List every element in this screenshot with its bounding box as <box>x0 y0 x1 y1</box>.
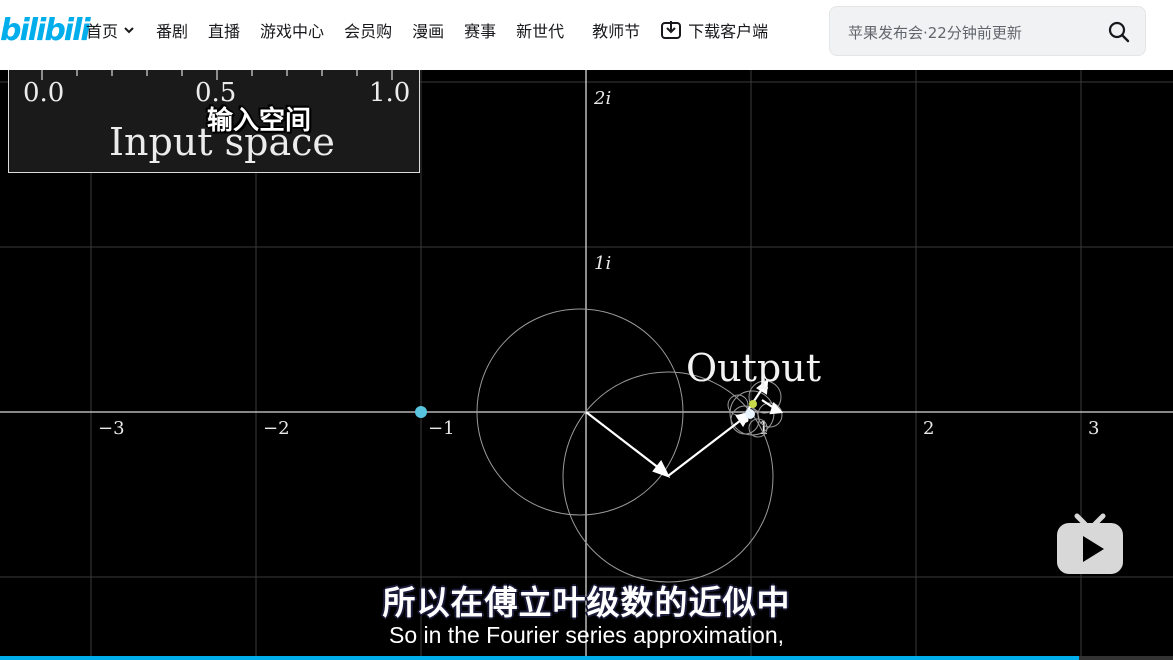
fourier-vectors <box>585 378 784 478</box>
x-tick-label: 3 <box>1088 418 1099 439</box>
progress-bar[interactable] <box>0 656 1173 660</box>
download-client-link[interactable]: 下载客户端 <box>660 18 768 42</box>
nav-item-home[interactable]: 首页 <box>86 18 136 42</box>
nav-item-label: 教师节 <box>592 22 641 41</box>
nav-item-teachers-day[interactable]: 教师节 <box>592 18 640 42</box>
nav-item-label: 新世代 <box>516 22 565 41</box>
output-label: Output <box>686 346 821 390</box>
input-point <box>415 406 427 418</box>
play-icon[interactable] <box>1055 510 1125 576</box>
y-tick-label: 2i <box>593 88 611 109</box>
input-tick-label: 0.0 <box>23 78 65 108</box>
nav-item-label: 番剧 <box>156 22 189 41</box>
main-nav: 首页 番剧 直播 游戏中心 会员购 漫画 赛事 新世代 教师节 下载客户端 <box>86 0 788 60</box>
x-tick-label: −1 <box>428 418 455 439</box>
nav-item-label: 下载客户端 <box>688 22 769 41</box>
nav-item-anime[interactable]: 番剧 <box>156 18 188 42</box>
subtitle-english: So in the Fourier series approximation, <box>388 622 785 648</box>
input-space-caption-cn: 输入空间 <box>207 106 312 136</box>
nav-item-manga[interactable]: 漫画 <box>412 18 444 42</box>
input-tick-label: 1.0 <box>369 78 411 108</box>
nav-item-label: 赛事 <box>464 22 497 41</box>
x-tick-label: −2 <box>263 418 290 439</box>
bilibili-logo[interactable]: bilibili <box>0 14 91 48</box>
nav-item-live[interactable]: 直播 <box>208 18 240 42</box>
nav-item-label: 直播 <box>208 22 241 41</box>
nav-item-esports[interactable]: 赛事 <box>464 18 496 42</box>
download-icon <box>661 21 682 39</box>
search-box <box>829 6 1146 56</box>
input-space-panel: 0.0 0.5 1.0 Input space 输入空间 <box>8 70 420 173</box>
chevron-down-icon <box>124 27 134 34</box>
nav-item-new-generation[interactable]: 新世代 <box>516 18 564 42</box>
search-icon[interactable] <box>1107 20 1131 44</box>
video-player[interactable]: −3 −2 −1 1 2 3 2i 1i 0.0 0.5 1.0 Input s… <box>0 70 1173 660</box>
progress-bar-fill <box>0 656 1080 660</box>
nav-item-label: 游戏中心 <box>260 22 325 41</box>
y-tick-label: 1i <box>594 253 611 274</box>
nav-item-membership-shop[interactable]: 会员购 <box>344 18 392 42</box>
nav-item-label: 漫画 <box>412 22 445 41</box>
nav-item-label: 会员购 <box>344 22 393 41</box>
nav-item-label: 首页 <box>86 22 119 41</box>
search-input[interactable] <box>846 20 1050 46</box>
subtitle-chinese: 所以在傅立叶级数的近似中 <box>382 583 791 622</box>
x-tick-label: 2 <box>923 418 934 439</box>
x-tick-label: −3 <box>98 418 125 439</box>
nav-item-game-center[interactable]: 游戏中心 <box>260 18 324 42</box>
top-navigation-bar: bilibili 首页 番剧 直播 游戏中心 会员购 漫画 赛事 新世代 教师节… <box>0 0 1173 70</box>
